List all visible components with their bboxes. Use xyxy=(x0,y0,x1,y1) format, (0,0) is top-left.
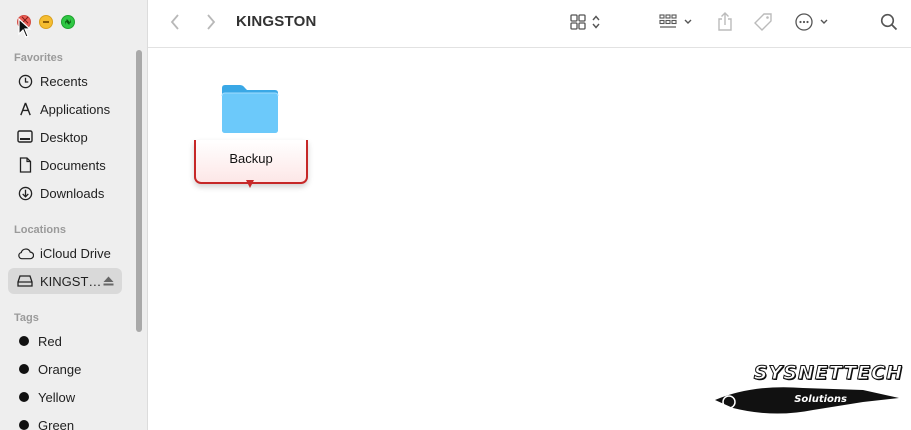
sidebar-item-applications[interactable]: Applications xyxy=(8,96,122,122)
sidebar-item-tag-yellow[interactable]: Yellow xyxy=(8,384,122,410)
window-title: KINGSTON xyxy=(236,13,317,30)
desktop-icon xyxy=(16,128,34,146)
sidebar-item-tag-green[interactable]: Green xyxy=(8,412,122,430)
document-icon xyxy=(16,156,34,174)
group-icon xyxy=(659,14,692,28)
watermark-logo: SYSNETTECH Solutions xyxy=(713,362,903,420)
tag-dot-icon xyxy=(19,364,29,374)
sidebar-item-recents[interactable]: Recents xyxy=(8,68,122,94)
drive-icon xyxy=(16,272,34,290)
view-mode-button[interactable] xyxy=(568,10,608,34)
forward-button[interactable] xyxy=(202,10,220,34)
more-actions-button[interactable] xyxy=(794,10,834,34)
locations-heading: Locations xyxy=(14,224,66,236)
sidebar-item-label: Downloads xyxy=(40,185,105,201)
sidebar-item-tag-orange[interactable]: Orange xyxy=(8,356,122,382)
mouse-cursor-icon xyxy=(18,18,32,38)
file-browser-content: Backup SYSNETTECH Solutions xyxy=(148,48,911,430)
tag-button[interactable] xyxy=(751,10,775,34)
minimize-window-button[interactable] xyxy=(39,15,53,29)
share-button[interactable] xyxy=(713,10,737,34)
zoom-window-button[interactable] xyxy=(61,15,75,29)
folder-item-backup[interactable]: Backup xyxy=(194,78,308,198)
back-button[interactable] xyxy=(166,10,184,34)
tags-heading: Tags xyxy=(14,312,39,324)
sidebar-item-kingston[interactable]: KINGST… xyxy=(8,268,122,294)
sidebar-item-label: KINGST… xyxy=(40,273,102,289)
eject-icon[interactable] xyxy=(103,276,114,286)
finder-window: Favorites Recents Applications Desktop D… xyxy=(0,0,911,430)
chevron-right-icon xyxy=(207,14,216,30)
sidebar: Favorites Recents Applications Desktop D… xyxy=(0,0,148,430)
watermark-title: SYSNETTECH xyxy=(753,362,903,385)
tag-dot-icon xyxy=(19,392,29,402)
sidebar-item-label: Desktop xyxy=(40,129,88,145)
tag-icon xyxy=(754,13,772,31)
sidebar-item-documents[interactable]: Documents xyxy=(8,152,122,178)
chevron-left-icon xyxy=(170,14,179,30)
group-button[interactable] xyxy=(658,10,698,34)
sidebar-scrollbar[interactable] xyxy=(136,50,142,332)
callout-pointer xyxy=(246,180,254,188)
download-icon xyxy=(16,184,34,202)
folder-name: Backup xyxy=(229,151,273,166)
clock-icon xyxy=(16,72,34,90)
sidebar-item-label: Green xyxy=(38,417,75,430)
folder-icon xyxy=(221,85,279,133)
folder-name-edit-field[interactable]: Backup xyxy=(194,140,308,184)
sidebar-item-label: Recents xyxy=(40,73,88,89)
watermark-subtitle: Solutions xyxy=(794,394,847,405)
sidebar-item-label: iCloud Drive xyxy=(40,245,111,261)
sidebar-item-label: Documents xyxy=(40,157,106,173)
share-icon xyxy=(718,12,732,31)
sidebar-item-label: Orange xyxy=(38,361,82,377)
search-icon xyxy=(880,13,898,31)
tag-dot-icon xyxy=(19,420,29,430)
sidebar-item-label: Applications xyxy=(40,101,111,117)
sidebar-item-icloud-drive[interactable]: iCloud Drive xyxy=(8,240,122,266)
tag-dot-icon xyxy=(19,336,29,346)
more-icon xyxy=(795,13,828,31)
cloud-icon xyxy=(16,244,34,262)
sidebar-item-label: Yellow xyxy=(38,389,76,405)
search-button[interactable] xyxy=(878,10,900,34)
applications-icon xyxy=(16,100,34,118)
grid-view-icon xyxy=(570,14,600,30)
sidebar-item-label: Red xyxy=(38,333,62,349)
sidebar-item-downloads[interactable]: Downloads xyxy=(8,180,122,206)
favorites-heading: Favorites xyxy=(14,52,63,64)
toolbar: KINGSTON xyxy=(148,0,911,48)
sidebar-item-tag-red[interactable]: Red xyxy=(8,328,122,354)
sidebar-item-desktop[interactable]: Desktop xyxy=(8,124,122,150)
